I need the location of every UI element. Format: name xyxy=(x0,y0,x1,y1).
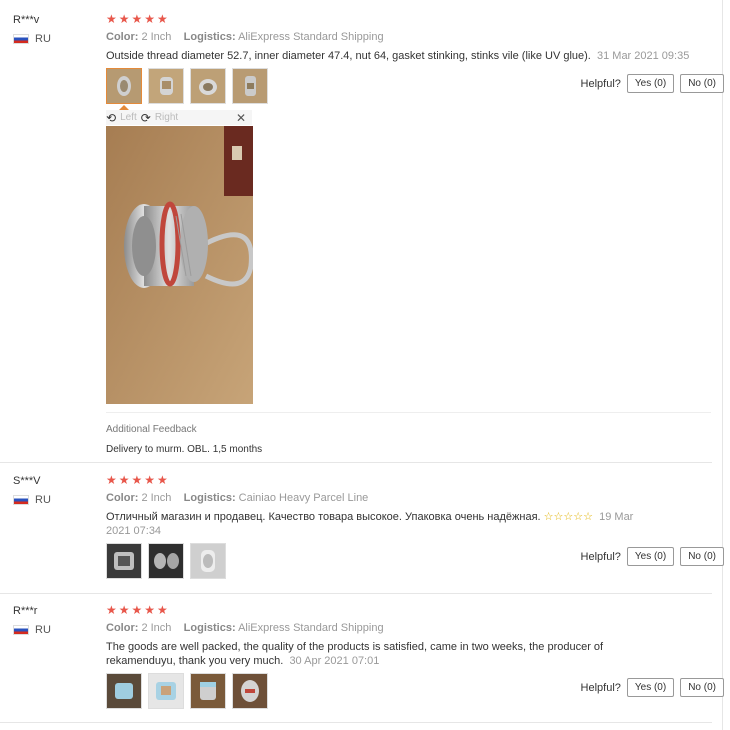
color-value: 2 Inch xyxy=(141,492,172,504)
photo-thumbnail[interactable] xyxy=(232,673,268,709)
yes-button[interactable]: Yes (0) xyxy=(626,547,675,566)
enlarged-photo[interactable] xyxy=(106,126,253,404)
no-button[interactable]: No (0) xyxy=(680,547,724,566)
color-label: Color: xyxy=(106,492,139,504)
image-viewer-toolbar: ⟲ Left ⟳ Right ✕ xyxy=(106,110,252,125)
review-meta: Color: 2 Inch Logistics: AliExpress Stan… xyxy=(106,622,384,634)
helpful-label: Helpful? xyxy=(580,77,621,90)
rotate-left-icon[interactable]: ⟲ xyxy=(106,111,116,125)
rotate-right-icon[interactable]: ⟳ xyxy=(141,111,151,125)
review-separator xyxy=(0,462,712,463)
inline-stars: ☆☆☆☆☆ xyxy=(543,511,593,523)
review-text: Outside thread diameter 52.7, inner diam… xyxy=(106,49,706,63)
photo-thumbnail[interactable] xyxy=(148,673,184,709)
helpful-label: Helpful? xyxy=(580,550,621,563)
color-label: Color: xyxy=(106,622,139,634)
color-value: 2 Inch xyxy=(141,622,172,634)
reviews-page: R***v RU ★★★★★ Color: 2 Inch Logistics: … xyxy=(0,0,730,730)
star-rating: ★★★★★ xyxy=(106,473,170,487)
reviewer-country: RU xyxy=(13,624,51,636)
no-button[interactable]: No (0) xyxy=(680,678,724,697)
reviewer-country: RU xyxy=(13,494,51,506)
yes-button[interactable]: Yes (0) xyxy=(626,74,675,93)
review-photos xyxy=(106,543,226,579)
review-body: Отличный магазин и продавец. Качество то… xyxy=(106,511,541,523)
review-photos xyxy=(106,673,268,709)
review-meta: Color: 2 Inch Logistics: Cainiao Heavy P… xyxy=(106,492,368,504)
photo-thumbnail[interactable] xyxy=(106,543,142,579)
logistics-label: Logistics: xyxy=(183,492,236,504)
logistics-value: Cainiao Heavy Parcel Line xyxy=(238,492,369,504)
close-icon[interactable]: ✕ xyxy=(236,111,246,125)
country-code: RU xyxy=(35,33,51,45)
photo-thumbnail[interactable] xyxy=(190,68,226,104)
country-code: RU xyxy=(35,494,51,506)
rotate-left-label[interactable]: Left xyxy=(120,112,137,123)
helpful-box: Helpful? Yes (0) No (0) xyxy=(581,74,724,93)
country-code: RU xyxy=(35,624,51,636)
photo-thumbnail[interactable] xyxy=(190,543,226,579)
review-body: Outside thread diameter 52.7, inner diam… xyxy=(106,50,591,62)
review-separator xyxy=(0,593,712,594)
yes-button[interactable]: Yes (0) xyxy=(626,678,675,697)
ru-flag-icon xyxy=(13,34,29,44)
helpful-box: Helpful? Yes (0) No (0) xyxy=(581,678,724,697)
photo-thumbnail[interactable] xyxy=(148,68,184,104)
ru-flag-icon xyxy=(13,495,29,505)
star-rating: ★★★★★ xyxy=(106,12,170,26)
additional-feedback-title: Additional Feedback xyxy=(106,424,197,435)
review-meta: Color: 2 Inch Logistics: AliExpress Stan… xyxy=(106,31,384,43)
reviewer-name: R***r xyxy=(13,605,38,617)
logistics-value: AliExpress Standard Shipping xyxy=(238,622,384,634)
photo-thumbnail[interactable] xyxy=(106,673,142,709)
color-value: 2 Inch xyxy=(141,31,172,43)
photo-thumbnail[interactable] xyxy=(190,673,226,709)
photo-thumbnail[interactable] xyxy=(232,68,268,104)
scroll-divider xyxy=(722,0,723,730)
review-date: 30 Apr 2021 07:01 xyxy=(289,655,380,667)
ru-flag-icon xyxy=(13,625,29,635)
reviewer-name: R***v xyxy=(13,14,40,26)
divider xyxy=(106,412,711,413)
color-label: Color: xyxy=(106,31,139,43)
photo-thumbnail[interactable] xyxy=(148,543,184,579)
logistics-label: Logistics: xyxy=(183,622,236,634)
additional-feedback-text: Delivery to murm. OBL. 1,5 months xyxy=(106,444,263,455)
no-button[interactable]: No (0) xyxy=(680,74,724,93)
review-text: Отличный магазин и продавец. Качество то… xyxy=(106,510,646,538)
review-separator xyxy=(0,722,712,723)
helpful-box: Helpful? Yes (0) No (0) xyxy=(581,547,724,566)
star-rating: ★★★★★ xyxy=(106,603,170,617)
logistics-value: AliExpress Standard Shipping xyxy=(238,31,384,43)
reviewer-country: RU xyxy=(13,33,51,45)
reviewer-name: S***V xyxy=(13,475,41,487)
rotate-right-label[interactable]: Right xyxy=(155,112,178,123)
review-photos xyxy=(106,68,268,104)
photo-thumbnail[interactable] xyxy=(106,68,142,104)
logistics-label: Logistics: xyxy=(183,31,236,43)
review-text: The goods are well packed, the quality o… xyxy=(106,640,646,668)
helpful-label: Helpful? xyxy=(580,681,621,694)
review-date: 31 Mar 2021 09:35 xyxy=(596,50,690,62)
